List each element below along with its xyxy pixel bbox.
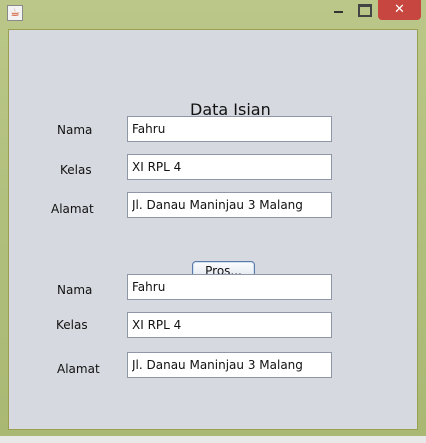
output-alamat-field[interactable] <box>127 352 332 378</box>
nama-label: Nama <box>57 123 93 137</box>
minimize-button[interactable] <box>326 0 350 20</box>
minimize-icon <box>334 11 343 13</box>
close-button[interactable]: ✕ <box>378 0 421 20</box>
maximize-button[interactable] <box>352 0 376 20</box>
output-nama-field[interactable] <box>127 274 332 300</box>
alamat-label: Alamat <box>51 202 94 216</box>
maximize-icon <box>358 4 372 17</box>
close-icon: ✕ <box>394 2 405 17</box>
output-kelas-field[interactable] <box>127 312 332 338</box>
alamat-input[interactable] <box>127 192 332 218</box>
background-strip <box>0 436 426 443</box>
kelas-input[interactable] <box>127 154 332 180</box>
output-nama-label: Nama <box>57 283 93 297</box>
output-kelas-label: Kelas <box>56 318 88 332</box>
kelas-label: Kelas <box>60 163 92 177</box>
nama-input[interactable] <box>127 116 332 142</box>
content-panel: Data Isian Nama Kelas Alamat Pros... Nam… <box>8 29 418 430</box>
output-alamat-label: Alamat <box>57 362 100 376</box>
title-bar[interactable]: ☕ ✕ <box>0 0 426 26</box>
java-cup-icon[interactable]: ☕ <box>7 5 23 21</box>
